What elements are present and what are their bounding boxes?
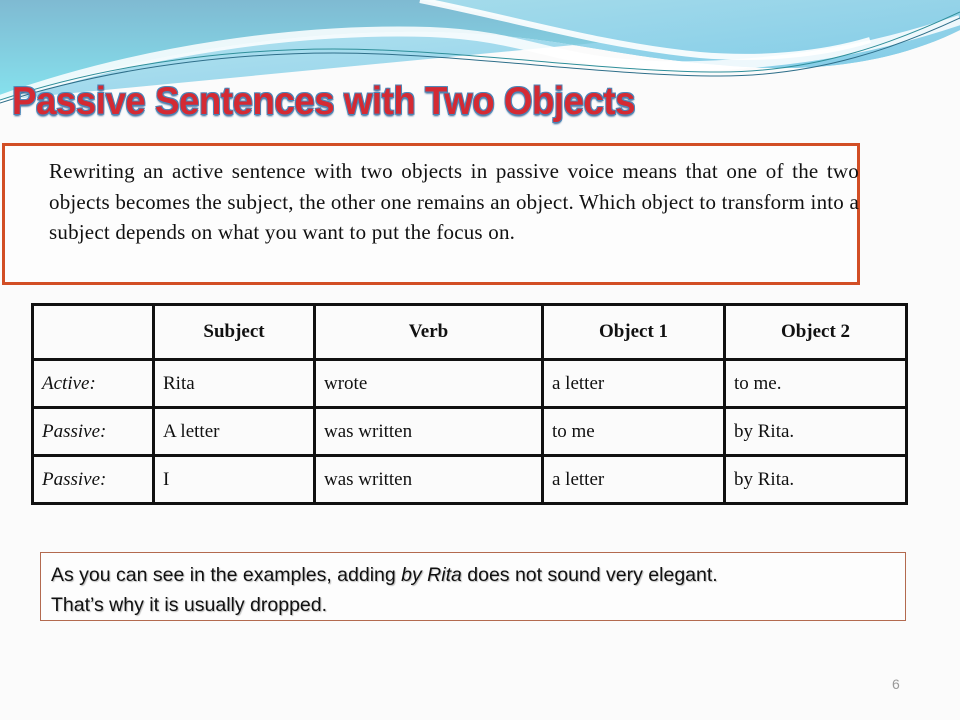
note-line-1-start: As you can see in the examples, adding [51,564,402,586]
row-label: Passive: [31,406,155,457]
row-label: Active: [31,358,155,409]
note-line-2: That’s why it is usually dropped. [51,594,328,616]
object-1-cell: a letter [541,358,726,409]
object-2-cell: by Rita. [723,454,908,505]
slide-title: Passive Sentences with Two Objects [12,80,636,123]
note-line-1-end: does not sound very elegant. [461,564,718,586]
table-row: Passive: I was written a letter by Rita. [31,454,908,505]
header-object-2: Object 2 [723,303,908,361]
subject-cell: A letter [152,406,316,457]
page-number: 6 [892,676,900,692]
table-header-row: Subject Verb Object 1 Object 2 [31,303,908,361]
header-empty [31,303,155,361]
note-box: As you can see in the examples, adding b… [40,552,906,621]
subject-cell: I [152,454,316,505]
verb-cell: was written [313,454,544,505]
verb-cell: was written [313,406,544,457]
header-verb: Verb [313,303,544,361]
row-label: Passive: [31,454,155,505]
object-2-cell: by Rita. [723,406,908,457]
object-1-cell: a letter [541,454,726,505]
table-row: Active: Rita wrote a letter to me. [31,358,908,409]
verb-cell: wrote [313,358,544,409]
table-row: Passive: A letter was written to me by R… [31,406,908,457]
object-2-cell: to me. [723,358,908,409]
note-emphasis: by Rita [401,564,462,586]
header-object-1: Object 1 [541,303,726,361]
note-text: As you can see in the examples, adding b… [51,560,718,620]
object-1-cell: to me [541,406,726,457]
sentence-structure-table: Subject Verb Object 1 Object 2 Active: R… [31,303,908,505]
intro-text-box: Rewriting an active sentence with two ob… [2,143,860,285]
header-subject: Subject [152,303,316,361]
intro-paragraph: Rewriting an active sentence with two ob… [49,159,859,244]
subject-cell: Rita [152,358,316,409]
